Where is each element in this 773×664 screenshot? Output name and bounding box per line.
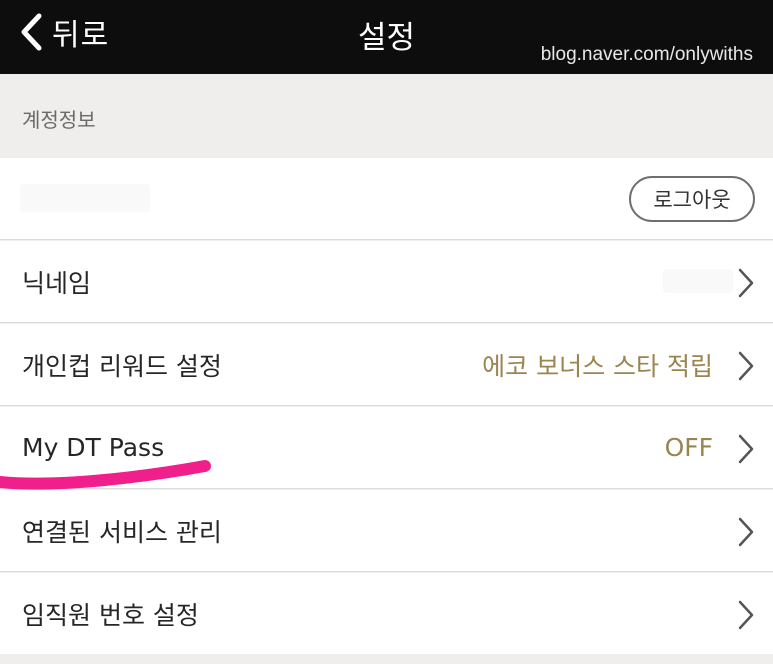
account-section-header: 계정정보 <box>0 74 773 158</box>
settings-row-label: 연결된 서비스 관리 <box>22 517 222 547</box>
settings-row-label: 개인컵 리워드 설정 <box>22 351 222 381</box>
pink-underline-annotation <box>0 460 211 490</box>
chevron-right-icon <box>738 268 754 298</box>
chevron-right-icon <box>738 600 754 630</box>
settings-row-nickname[interactable]: 닉네임 <box>0 241 773 323</box>
chevron-right-icon <box>738 434 754 464</box>
account-section-label: 계정정보 <box>22 108 96 132</box>
settings-row-employee-number[interactable]: 임직원 번호 설정 <box>0 573 773 655</box>
redacted-nickname-value <box>663 269 733 293</box>
settings-row-connected-services[interactable]: 연결된 서비스 관리 <box>0 490 773 572</box>
logout-button[interactable]: 로그아웃 <box>629 176 755 222</box>
watermark-text: blog.naver.com/onlywiths <box>540 44 753 65</box>
chevron-right-icon <box>738 517 754 547</box>
chevron-right-icon <box>738 351 754 381</box>
settings-row-value: 에코 보너스 스타 적립 <box>482 351 713 381</box>
settings-row-value: OFF <box>664 433 713 462</box>
settings-row-label: 임직원 번호 설정 <box>22 600 199 630</box>
account-row: 로그아웃 <box>0 158 773 240</box>
settings-row-personal-cup-reward[interactable]: 개인컵 리워드 설정 에코 보너스 스타 적립 <box>0 324 773 406</box>
settings-row-label: 닉네임 <box>22 268 92 298</box>
bottom-background <box>0 654 773 664</box>
top-bar: 뒤로 설정 blog.naver.com/onlywiths <box>0 0 773 74</box>
redacted-account-name <box>20 184 150 212</box>
